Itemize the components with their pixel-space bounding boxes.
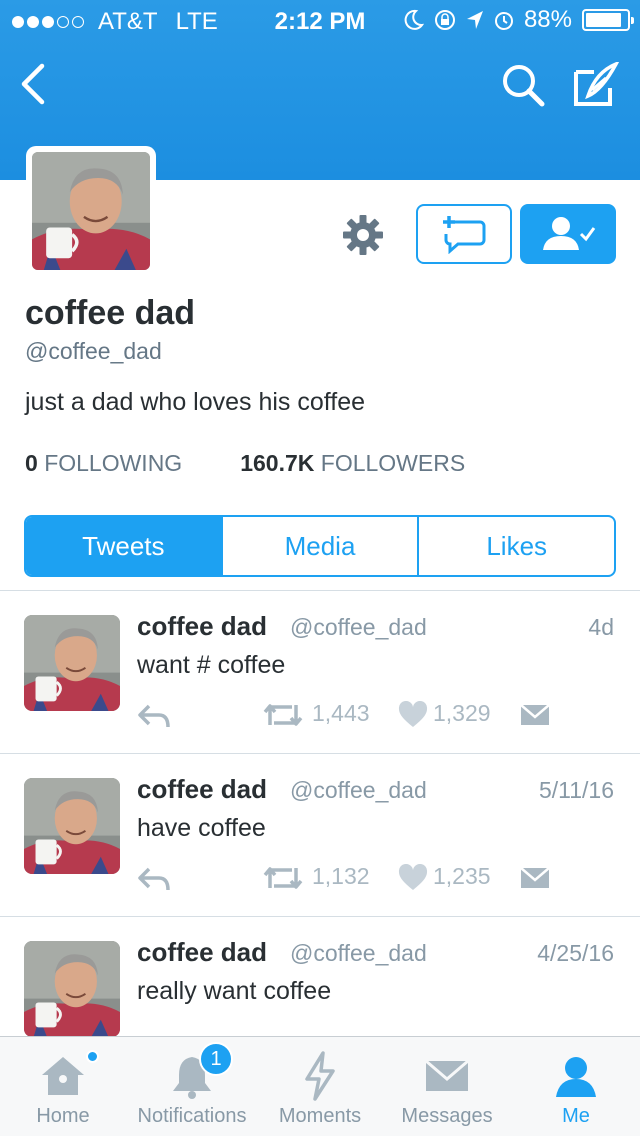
tweet-author-name: coffee dad (137, 611, 268, 641)
notification-badge: 1 (199, 1042, 233, 1076)
heart-icon[interactable] (398, 864, 428, 892)
new-message-icon (443, 216, 486, 254)
tweet-row[interactable]: coffee dad @coffee_dad 5/11/16 have coff… (0, 754, 640, 917)
reply-icon[interactable] (137, 866, 171, 892)
tweet-date: 4d (588, 614, 614, 640)
followers-stat[interactable]: 160.7K FOLLOWERS (240, 450, 465, 477)
heart-icon[interactable] (398, 701, 428, 729)
following-label: FOLLOWING (44, 450, 183, 476)
profile-avatar[interactable] (26, 146, 156, 276)
tweet-avatar[interactable] (24, 615, 120, 711)
following-person-icon (543, 217, 596, 250)
retweet-count: 1,132 (312, 863, 370, 889)
tabbar-label: Notifications (137, 1105, 247, 1127)
retweet-icon[interactable] (262, 864, 304, 892)
tweet-row[interactable]: coffee dad @coffee_dad 4d want # coffee … (0, 591, 640, 754)
tweet-avatar[interactable] (24, 778, 120, 874)
tabbar-notifications[interactable]: Notifications (126, 1037, 258, 1136)
gear-icon[interactable] (342, 214, 384, 256)
like-count: 1,329 (433, 700, 491, 726)
retweet-count: 1,443 (312, 700, 370, 726)
profile-name: coffee dad (25, 294, 196, 332)
tweet-avatar[interactable] (24, 941, 120, 1037)
battery-percent: 88% (523, 6, 572, 33)
moon-icon (404, 9, 424, 30)
alarm-icon (494, 12, 513, 30)
bottom-tab-bar: Home Notifications 1 Moments Messages Me (0, 1036, 640, 1136)
following-button[interactable] (520, 204, 616, 264)
tabbar-me[interactable]: Me (528, 1037, 624, 1136)
status-bar: AT&T LTE 2:12 PM 88% (0, 0, 640, 40)
tabbar-messages[interactable]: Messages (388, 1037, 506, 1136)
followers-label: FOLLOWERS (320, 450, 466, 476)
tweet-author-handle: @coffee_dad (290, 777, 427, 803)
profile-bio: just a dad who loves his coffee (25, 388, 366, 416)
tabbar-home[interactable]: Home (8, 1037, 118, 1136)
home-unread-dot (86, 1050, 99, 1063)
avatar (32, 152, 150, 270)
tab-likes[interactable]: Likes (419, 517, 614, 575)
envelope-icon (425, 1059, 469, 1091)
retweet-icon[interactable] (262, 701, 304, 729)
direct-message-icon[interactable] (520, 866, 550, 890)
tweet-text: want # coffee (137, 651, 286, 679)
tweet-text: really want coffee (137, 977, 332, 1005)
following-stat[interactable]: 0 FOLLOWING (25, 450, 182, 477)
tab-tweets[interactable]: Tweets (26, 517, 223, 575)
person-icon (556, 1057, 596, 1097)
lightning-icon (305, 1051, 335, 1101)
search-icon[interactable] (500, 62, 546, 108)
direct-message-button[interactable] (416, 204, 512, 264)
tabbar-moments[interactable]: Moments (266, 1037, 374, 1136)
tabbar-label: Messages (401, 1105, 493, 1127)
tweet-text: have coffee (137, 814, 266, 842)
tweet-author-handle: @coffee_dad (290, 614, 427, 640)
reply-icon[interactable] (137, 703, 171, 729)
tweet-date: 5/11/16 (538, 777, 614, 803)
back-chevron-icon[interactable] (14, 62, 54, 106)
location-icon (466, 11, 483, 29)
tabbar-label: Home (36, 1105, 90, 1127)
tweet-author-handle: @coffee_dad (290, 940, 427, 966)
tweet-author-name: coffee dad (137, 937, 268, 967)
tweet-author-name: coffee dad (137, 774, 268, 804)
tabbar-label: Me (562, 1105, 590, 1127)
tweet-date: 4/25/16 (537, 940, 614, 966)
like-count: 1,235 (433, 863, 491, 889)
tab-media[interactable]: Media (223, 517, 420, 575)
battery-icon (582, 9, 634, 31)
rotation-lock-icon (434, 10, 455, 30)
following-count: 0 (25, 450, 38, 476)
profile-stats: 0 FOLLOWING 160.7K FOLLOWERS (25, 450, 465, 477)
compose-tweet-icon[interactable] (572, 62, 620, 108)
direct-message-icon[interactable] (520, 703, 550, 727)
tabbar-label: Moments (278, 1105, 362, 1127)
profile-handle: @coffee_dad (25, 338, 162, 364)
profile-tabs: Tweets Media Likes (24, 515, 616, 577)
followers-count: 160.7K (240, 450, 315, 476)
home-icon (42, 1057, 84, 1095)
